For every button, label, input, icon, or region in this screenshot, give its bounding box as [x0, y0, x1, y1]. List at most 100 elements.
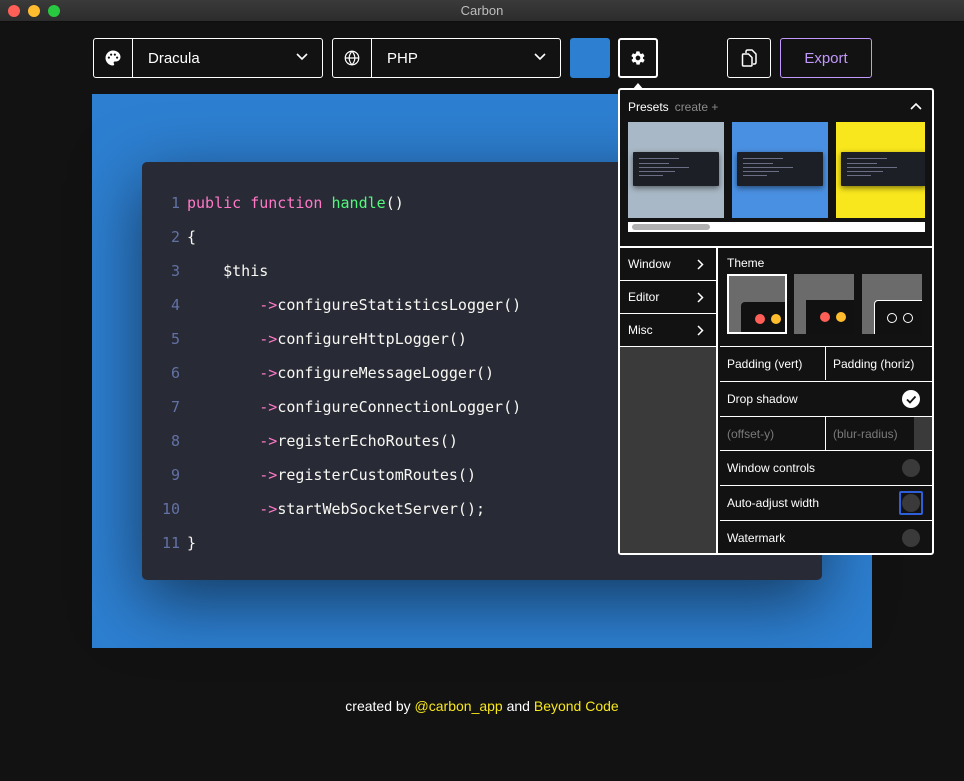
checkmark-icon [906, 395, 917, 404]
code-line: 9 -> registerCustomRoutes() [162, 458, 521, 492]
settings-button[interactable] [618, 38, 658, 78]
chevron-down-icon [296, 53, 308, 61]
presets-scrollbar[interactable] [628, 222, 925, 232]
language-select[interactable]: PHP [332, 38, 561, 78]
window-controls-toggle[interactable] [902, 459, 920, 477]
window-title: Carbon [460, 3, 504, 18]
menu-item-window[interactable]: Window [620, 248, 716, 281]
code-token: configureStatisticsLogger() [277, 296, 522, 314]
line-number: 8 [170, 432, 180, 450]
padding-horiz-input[interactable]: Padding (horiz) [826, 347, 932, 380]
line-number: 7 [170, 398, 180, 416]
code-token: -> [259, 364, 278, 382]
close-window-button[interactable] [8, 5, 20, 17]
create-preset-button[interactable]: create + [675, 100, 719, 114]
padding-vert-input[interactable]: Padding (vert) [720, 347, 826, 380]
auto-adjust-label: Auto-adjust width [727, 496, 820, 510]
menu-item-misc[interactable]: Misc [620, 314, 716, 347]
menu-item-editor[interactable]: Editor [620, 281, 716, 314]
chevron-up-icon[interactable] [910, 102, 922, 110]
padding-row: Padding (vert) Padding (horiz) [720, 346, 932, 381]
line-number: 10 [162, 500, 181, 518]
code-line: 2{ [162, 220, 521, 254]
footer-prefix: created by [345, 698, 415, 714]
offset-y-input[interactable]: (offset-y) [720, 417, 826, 450]
drop-shadow-label: Drop shadow [727, 392, 798, 406]
copy-button[interactable] [727, 38, 771, 78]
settings-panel: Presets create + Window Editor Misc Theme [618, 88, 934, 555]
window-theme-option-sharp[interactable] [794, 274, 854, 334]
code-line: 8 -> registerEchoRoutes() [162, 424, 521, 458]
watermark-row[interactable]: Watermark [720, 520, 932, 555]
chevron-right-icon [697, 259, 704, 270]
code-line: 7 -> configureConnectionLogger() [162, 390, 521, 424]
preset-preview [841, 152, 925, 186]
presets-list [628, 122, 925, 218]
export-button[interactable]: Export [780, 38, 872, 78]
code-token: -> [259, 330, 278, 348]
code-token: -> [259, 296, 278, 314]
code-token: -> [259, 500, 278, 518]
code-token: $this [187, 262, 269, 280]
window-theme-option-outline[interactable] [862, 274, 922, 334]
preset-preview [737, 152, 823, 186]
window-controls-label: Window controls [727, 461, 816, 475]
code-token: configureHttpLogger() [277, 330, 467, 348]
code-line: 4 -> configureStatisticsLogger() [162, 288, 521, 322]
preset-thumbnail[interactable] [628, 122, 724, 218]
window-settings: Theme Padding (vert) Padding (horiz) Dro [720, 248, 932, 553]
background-color-picker[interactable] [570, 38, 610, 78]
drop-shadow-row[interactable]: Drop shadow [720, 381, 932, 416]
code-token: handle [331, 194, 386, 212]
line-number: 5 [170, 330, 180, 348]
watermark-label: Watermark [727, 531, 786, 545]
carbon-app-link[interactable]: @carbon_app [415, 698, 503, 714]
code-token: -> [259, 432, 278, 450]
preset-thumbnail[interactable] [732, 122, 828, 218]
chevron-down-icon [534, 53, 546, 61]
preset-thumbnail[interactable] [836, 122, 925, 218]
watermark-toggle[interactable] [902, 529, 920, 547]
chevron-right-icon [697, 325, 704, 336]
preset-preview [633, 152, 719, 186]
window-controls-row[interactable]: Window controls [720, 450, 932, 485]
palette-icon [94, 39, 133, 77]
language-select-value: PHP [387, 49, 418, 67]
settings-menu: Window Editor Misc [620, 248, 718, 553]
drop-shadow-toggle[interactable] [902, 390, 920, 408]
code-line: 11} [162, 526, 521, 560]
window-theme-option-default[interactable] [727, 274, 787, 334]
maximize-window-button[interactable] [48, 5, 60, 17]
auto-adjust-row[interactable]: Auto-adjust width [720, 485, 932, 520]
shadow-params-row: (offset-y) (blur-radius) [720, 416, 932, 451]
code-token: startWebSocketServer(); [277, 500, 486, 518]
line-number: 9 [170, 466, 180, 484]
menu-item-label: Editor [628, 290, 660, 304]
code-token: () [385, 194, 404, 212]
code-token: -> [259, 398, 278, 416]
code-token: registerCustomRoutes() [277, 466, 476, 484]
blur-radius-input[interactable]: (blur-radius) [826, 417, 932, 450]
presets-label: Presets [628, 100, 669, 114]
menu-item-label: Window [628, 257, 671, 271]
beyond-code-link[interactable]: Beyond Code [534, 698, 619, 714]
code-token: registerEchoRoutes() [277, 432, 458, 450]
auto-adjust-toggle[interactable] [899, 491, 923, 515]
scrollbar-thumb[interactable] [632, 224, 710, 230]
title-bar: Carbon [0, 0, 964, 22]
footer-mid: and [502, 698, 534, 714]
code-editor[interactable]: 1 public function handle() 2{3 $this 4 -> co… [162, 186, 521, 560]
chevron-right-icon [697, 292, 704, 303]
line-number: 2 [170, 228, 180, 246]
copy-icon [741, 49, 757, 67]
minimize-window-button[interactable] [28, 5, 40, 17]
line-number: 3 [170, 262, 180, 280]
code-line: 5 -> configureHttpLogger() [162, 322, 521, 356]
line-number: 11 [162, 534, 181, 552]
theme-select[interactable]: Dracula [93, 38, 323, 78]
line-number: 6 [170, 364, 180, 382]
